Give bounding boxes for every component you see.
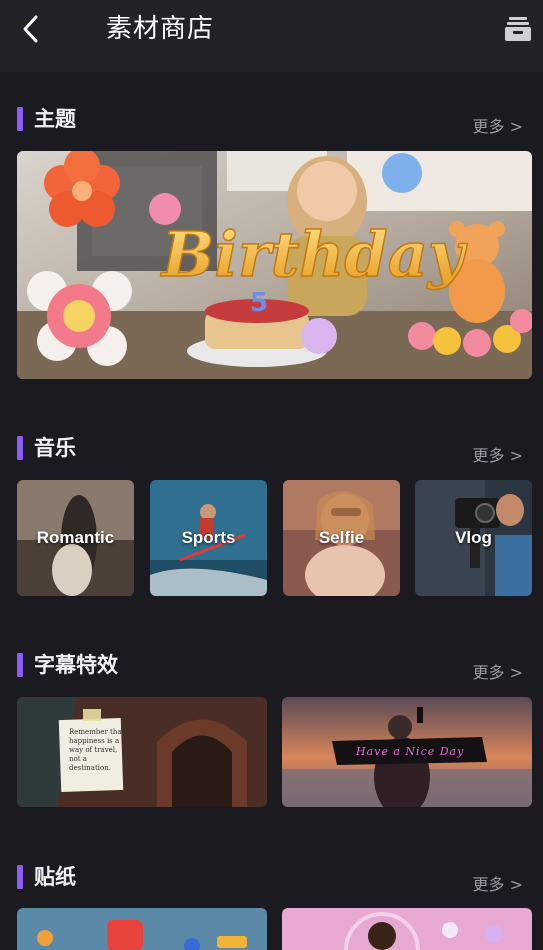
music-card-label: Sports [181,528,236,547]
section-accent-bar [17,107,23,131]
stack-icon [505,17,531,41]
section-accent-bar [17,653,23,677]
music-card-label: Vlog [455,528,492,547]
subtitle-card-note[interactable]: Remember that happiness is a way of trav… [17,697,267,807]
section-title-music: 音乐 [34,436,76,460]
more-link-stickers[interactable]: 更多 > [473,874,524,896]
chevron-left-icon [23,15,38,43]
section-accent-bar [17,436,23,460]
library-button[interactable] [503,14,533,44]
section-title-theme: 主题 [34,107,76,131]
more-link-theme[interactable]: 更多 > [473,116,524,138]
page-title: 素材商店 [106,14,215,44]
birthday-banner-image: Birthday 5 [17,151,532,379]
music-card-label: Romantic [36,528,115,547]
music-card-label: Selfie [318,528,365,547]
more-link-music[interactable]: 更多 > [473,445,524,467]
subtitle-card-nice-day[interactable]: Have a Nice Day [282,697,532,807]
candle-number: 5 [250,288,268,318]
nice-day-text: Have a Nice Day [356,745,465,758]
top-bar: 素材商店 [0,0,543,72]
back-button[interactable] [18,12,48,46]
music-card-romantic[interactable]: Romantic [17,480,134,596]
section-accent-bar [17,865,23,889]
sticker-thumbnail-1 [17,908,267,950]
music-card-selfie[interactable]: Selfie [283,480,400,596]
music-card-vlog[interactable]: Vlog [415,480,532,596]
section-title-stickers: 贴纸 [34,865,76,889]
birthday-text: Birthday [160,218,468,291]
sticker-card-2[interactable] [282,908,532,950]
section-title-subtitles: 字幕特效 [34,653,118,677]
sticker-card-1[interactable] [17,908,267,950]
theme-banner-birthday[interactable]: Birthday 5 [17,151,532,379]
sticker-thumbnail-2 [282,908,532,950]
archway-thumbnail [17,697,267,807]
music-card-sports[interactable]: Sports [150,480,267,596]
more-link-subtitles[interactable]: 更多 > [473,662,524,684]
note-quote-text: Remember that happiness is a way of trav… [69,728,125,772]
